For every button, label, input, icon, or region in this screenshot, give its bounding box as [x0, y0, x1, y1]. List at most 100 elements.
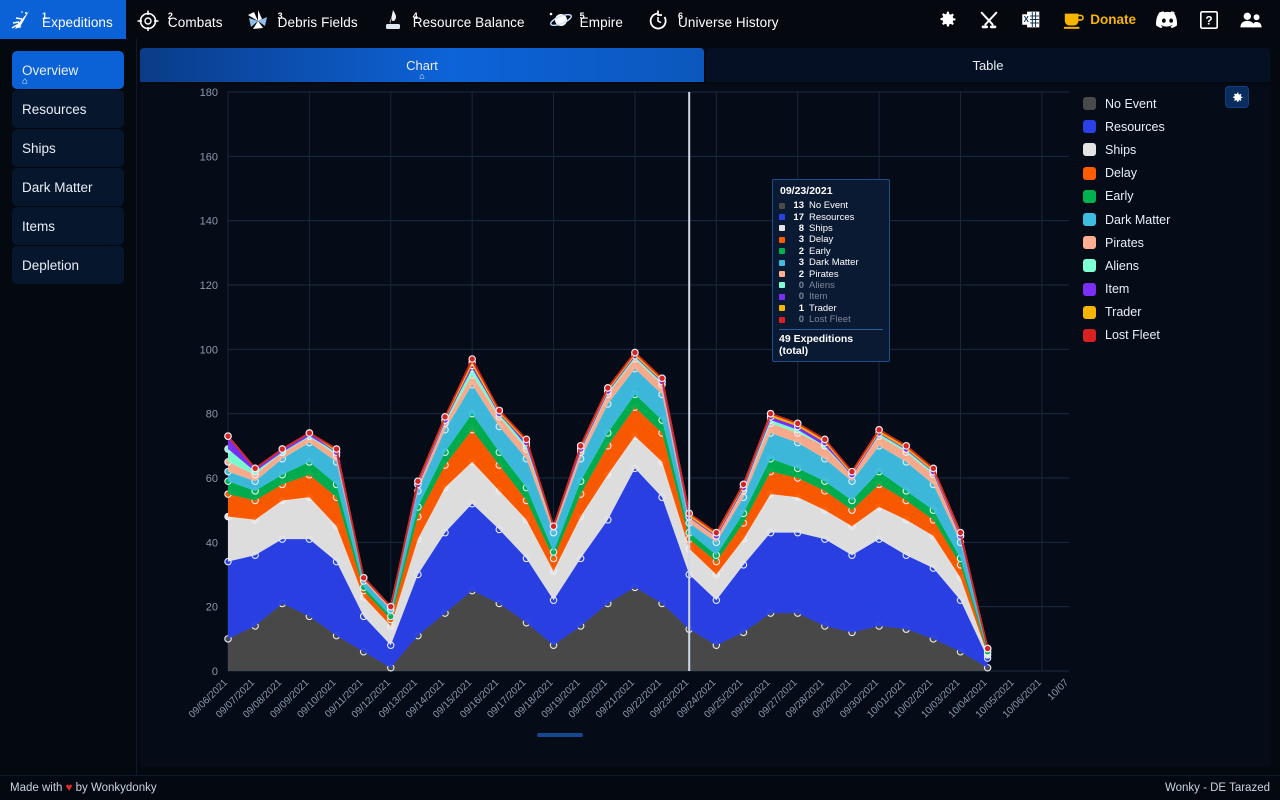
legend-item-pirates[interactable]: Pirates	[1083, 231, 1271, 254]
y-axis-tick: 20	[206, 602, 218, 614]
data-point	[224, 432, 232, 440]
stacked-area-chart[interactable]: 0 20 40 60 80 100 120 140 160 180 09/06/2021 09/07/…	[140, 84, 1075, 767]
tooltip-value: 2	[798, 268, 804, 280]
tooltip-row: 13 No Event	[779, 200, 883, 211]
tooltip-label: Trader	[809, 302, 837, 314]
sidebar-item-dark-matter[interactable]: Dark Matter	[12, 168, 124, 206]
sidebar-item-resources[interactable]: Resources	[12, 90, 124, 128]
sidebar-item-items[interactable]: Items	[12, 207, 124, 245]
data-point	[658, 374, 666, 383]
legend-label: Aliens	[1105, 258, 1140, 273]
legend-swatch	[1083, 166, 1096, 180]
resource-balance-icon	[380, 7, 406, 33]
nav-item-debris-fields[interactable]: 3 Debris Fields	[236, 0, 371, 39]
nav-item-label: Empire	[579, 15, 624, 30]
tooltip-label: Item	[809, 291, 828, 303]
nav-shortcut-number: 5	[579, 11, 585, 21]
footer-bar: Made with ♥ by Wonkydonky Wonky - DE Tar…	[0, 775, 1280, 800]
debris-icon	[245, 7, 271, 33]
sidebar-item-ships[interactable]: Ships	[12, 129, 124, 167]
tab-bar: Chart ⌂ Table	[140, 48, 1270, 82]
data-point	[875, 425, 883, 434]
discord-icon[interactable]	[1146, 0, 1188, 39]
sidebar-item-overview[interactable]: Overview ⌂	[12, 51, 124, 89]
nav-item-empire[interactable]: 5 Empire	[538, 0, 636, 39]
donate-button[interactable]: Donate	[1052, 0, 1146, 39]
sidebar-item-label: Overview	[22, 62, 79, 78]
legend-item-item[interactable]: Item	[1083, 278, 1271, 301]
legend-item-aliens[interactable]: Aliens	[1083, 254, 1271, 277]
sidebar-item-label: Dark Matter	[22, 179, 93, 195]
tab-table[interactable]: Table	[706, 48, 1270, 82]
y-axis-tick: 140	[200, 216, 218, 228]
nav-item-expeditions[interactable]: ⌂ 1 Expeditions	[0, 0, 126, 39]
data-point	[278, 445, 287, 453]
crosshair-icon	[135, 7, 161, 33]
sidebar-item-depletion[interactable]: Depletion	[12, 246, 124, 284]
nav-item-universe-history[interactable]: 6 Universe History	[636, 0, 792, 39]
sidebar: Overview ⌂ Resources Ships Dark Matter I…	[0, 39, 137, 775]
data-point	[576, 442, 585, 450]
legend-swatch	[1083, 213, 1096, 227]
users-icon[interactable]	[1230, 0, 1272, 39]
legend-item-early[interactable]: Early	[1083, 185, 1271, 208]
legend-label: Dark Matter	[1105, 212, 1171, 227]
legend-item-delay[interactable]: Delay	[1083, 162, 1271, 185]
nav-item-combats[interactable]: 2 Combats	[126, 0, 236, 39]
tooltip-swatch	[779, 225, 785, 232]
chart-container: 0 20 40 60 80 100 120 140 160 180 09/06/2021 09/07/…	[140, 84, 1271, 767]
main-panel: Chart ⌂ Table 0 20 40 60 80 100 120 140 160 180 09…	[137, 39, 1280, 775]
tooltip-value: 17	[793, 211, 804, 223]
nav-item-resource-balance[interactable]: 4 Resource Balance	[371, 0, 538, 39]
data-point	[441, 413, 449, 421]
tools-icon[interactable]	[968, 0, 1010, 39]
tooltip-row: 17 Resources	[779, 211, 883, 223]
data-point	[359, 573, 368, 582]
legend-label: Pirates	[1105, 235, 1144, 250]
settings-icon[interactable]	[926, 0, 968, 39]
legend-item-dark-matter[interactable]: Dark Matter	[1083, 208, 1271, 231]
y-axis-tick: 120	[200, 280, 218, 292]
chart-legend: No Event Resources Ships Delay Early Dark Mat…	[1075, 84, 1271, 767]
y-axis-tick: 60	[206, 473, 218, 485]
tooltip-row: 1 Trader	[779, 303, 883, 314]
top-navigation-bar: ⌂ 1 Expeditions 2 Combats 3 Debris Field…	[0, 0, 1280, 39]
tooltip-row: 0 Lost Fleet	[779, 314, 883, 325]
tooltip-label: No Event	[809, 200, 849, 212]
home-indicator-icon: ⌂	[419, 71, 425, 81]
y-axis-tick: 40	[206, 537, 218, 549]
tooltip-row: 0 Item	[779, 291, 883, 302]
help-icon[interactable]: ?	[1188, 0, 1230, 39]
tab-chart[interactable]: Chart ⌂	[140, 48, 704, 82]
horizontal-scrollbar[interactable]	[537, 733, 583, 737]
excel-export-icon[interactable]: X	[1010, 0, 1052, 39]
tooltip-row: 3 Delay	[779, 234, 883, 245]
legend-settings-button[interactable]	[1225, 86, 1249, 108]
nav-item-label: Expeditions	[42, 15, 113, 30]
x-axis-tick: 10/07	[1046, 677, 1072, 703]
tooltip-label: Early	[809, 245, 831, 257]
y-axis-tick: 160	[200, 151, 218, 163]
data-point	[956, 528, 965, 537]
y-axis-tick: 0	[212, 666, 218, 678]
nav-item-label: Combats	[167, 15, 223, 30]
data-point	[495, 406, 504, 415]
tooltip-label: Delay	[809, 234, 834, 246]
legend-label: No Event	[1105, 96, 1157, 111]
tooltip-value: 0	[798, 291, 804, 303]
data-point	[414, 477, 422, 485]
tooltip-value: 0	[798, 279, 804, 291]
tooltip-label: Aliens	[809, 279, 835, 291]
tooltip-label: Resources	[809, 211, 855, 223]
legend-swatch	[1083, 120, 1096, 134]
svg-text:?: ?	[1205, 13, 1212, 27]
legend-item-resources[interactable]: Resources	[1083, 115, 1271, 138]
nav-shortcut-number: 1	[42, 11, 48, 21]
footer-credit-pre: Made with	[10, 782, 66, 794]
legend-swatch	[1083, 236, 1096, 250]
footer-credit: Made with ♥ by Wonkydonky	[10, 782, 157, 794]
chart-tooltip: 09/23/2021 13 No Event 17 Resources 8 Ships 3 D…	[772, 179, 890, 363]
legend-item-lost-fleet[interactable]: Lost Fleet	[1083, 324, 1271, 347]
legend-item-ships[interactable]: Ships	[1083, 138, 1271, 161]
legend-item-trader[interactable]: Trader	[1083, 301, 1271, 324]
